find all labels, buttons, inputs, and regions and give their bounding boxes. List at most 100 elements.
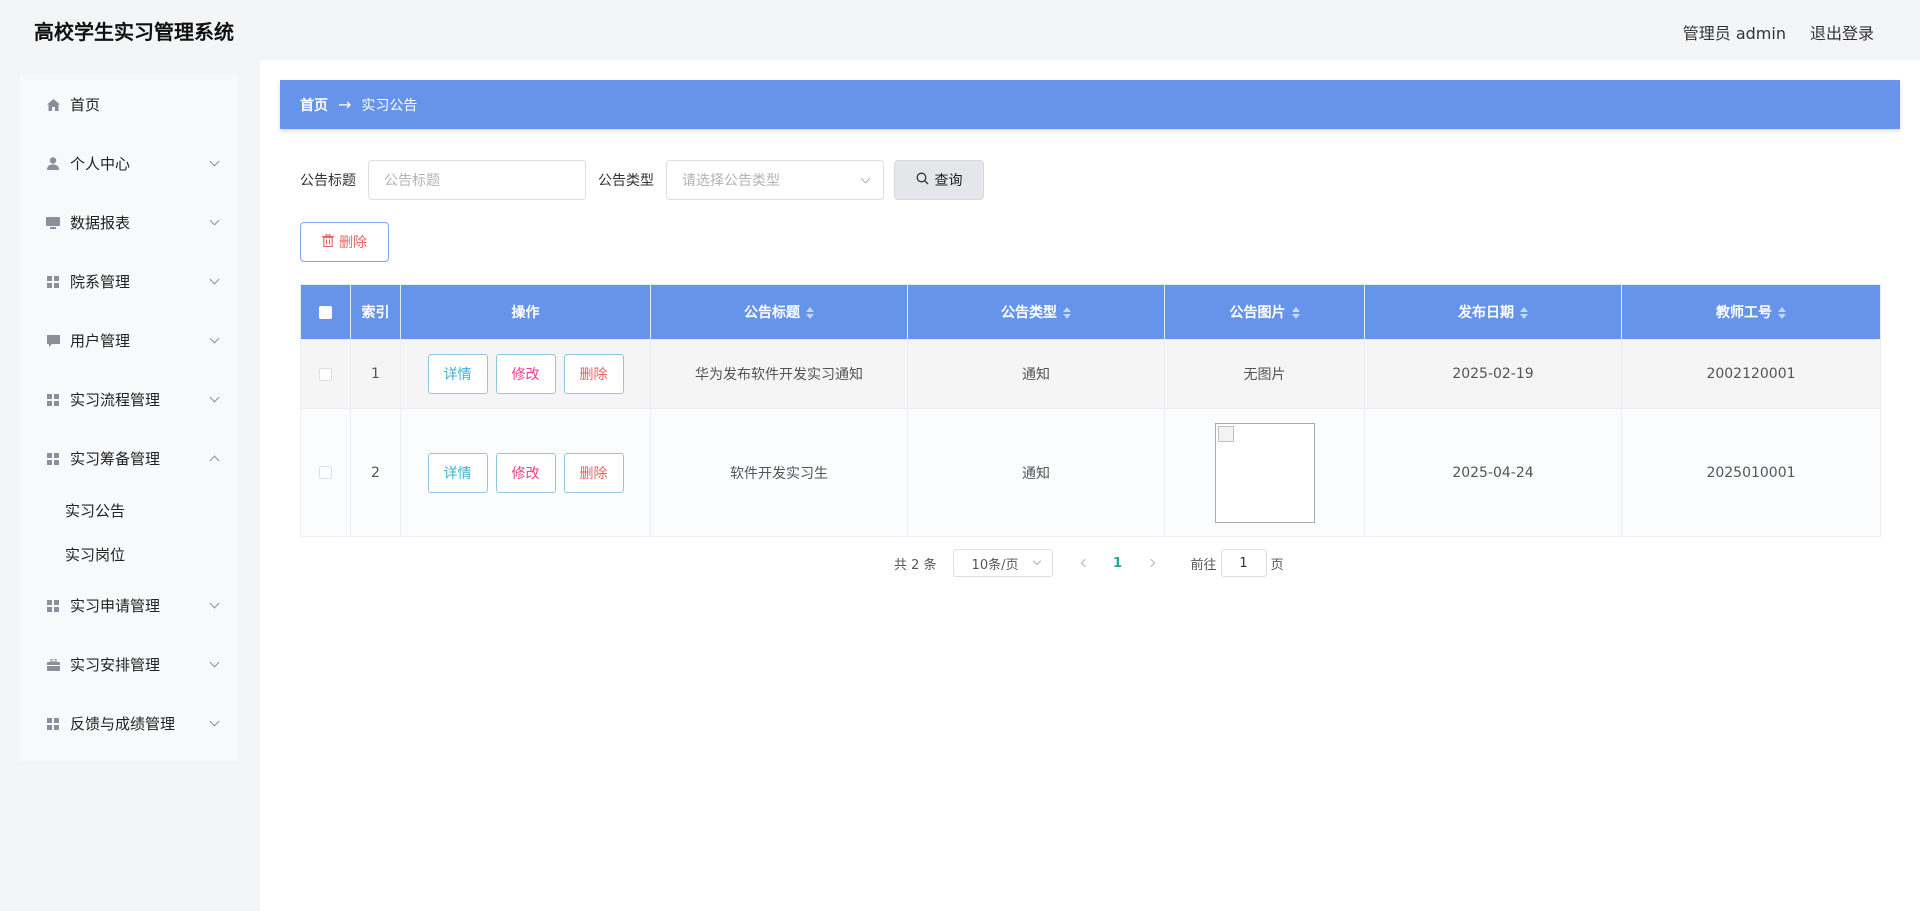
sort-icon[interactable] bbox=[1291, 307, 1300, 319]
table-row: 2 详情 修改 删除 软件开发实习生 通知 2025-04-24 2025010… bbox=[300, 408, 1881, 537]
grid-icon bbox=[46, 599, 60, 613]
trash-icon bbox=[322, 233, 334, 251]
announcements-table: 索引 操作 公告标题 公告类型 公告图片 发布日期 教师工号 1 详情 修改 删… bbox=[300, 284, 1881, 537]
row-type: 通知 bbox=[907, 408, 1165, 537]
sidebar-subitem-positions[interactable]: 实习岗位 bbox=[20, 532, 238, 576]
select-all-checkbox[interactable] bbox=[319, 305, 332, 319]
title-filter-label: 公告标题 bbox=[300, 173, 356, 189]
sidebar-item-home[interactable]: 首页 bbox=[20, 75, 238, 134]
row-teacher-id: 2002120001 bbox=[1621, 339, 1881, 409]
row-type: 通知 bbox=[907, 339, 1165, 409]
sidebar-item-label: 数据报表 bbox=[70, 214, 131, 232]
detail-button[interactable]: 详情 bbox=[427, 452, 488, 493]
delete-button[interactable]: 删除 bbox=[563, 452, 624, 493]
detail-button[interactable]: 详情 bbox=[427, 354, 488, 394]
row-date: 2025-04-24 bbox=[1364, 408, 1622, 537]
search-form: 公告标题 公告标题 公告类型 请选择公告类型 查询 bbox=[300, 160, 984, 200]
col-index: 索引 bbox=[350, 284, 401, 340]
home-icon bbox=[46, 98, 60, 112]
row-checkbox[interactable] bbox=[319, 466, 332, 479]
edit-button[interactable]: 修改 bbox=[495, 452, 556, 493]
row-title: 软件开发实习生 bbox=[650, 408, 908, 537]
monitor-icon bbox=[46, 216, 60, 230]
sort-icon[interactable] bbox=[1520, 307, 1528, 319]
sidebar-item-label: 个人中心 bbox=[70, 155, 131, 173]
grid-icon bbox=[46, 275, 60, 289]
col-date[interactable]: 发布日期 bbox=[1364, 284, 1622, 340]
col-ops: 操作 bbox=[400, 284, 651, 340]
sidebar-item-label: 实习申请管理 bbox=[70, 597, 161, 615]
row-teacher-id: 2025010001 bbox=[1621, 408, 1881, 537]
chevron-down-icon bbox=[209, 598, 220, 609]
col-date-label: 发布日期 bbox=[1458, 305, 1514, 321]
col-image[interactable]: 公告图片 bbox=[1164, 284, 1365, 340]
edit-button[interactable]: 修改 bbox=[495, 354, 556, 394]
pagination-total: 共 2 条 bbox=[894, 557, 937, 573]
grid-icon bbox=[46, 452, 60, 466]
chevron-down-icon bbox=[860, 173, 871, 183]
goto-page-input[interactable]: 1 bbox=[1220, 549, 1267, 577]
user-name[interactable]: 管理员 admin bbox=[1683, 20, 1786, 44]
row-checkbox-cell bbox=[300, 408, 351, 537]
query-button-label: 查询 bbox=[934, 173, 963, 189]
title-search-input[interactable]: 公告标题 bbox=[368, 160, 586, 200]
sidebar-item-users[interactable]: 用户管理 bbox=[20, 311, 238, 370]
sort-icon[interactable] bbox=[1778, 307, 1786, 319]
batch-delete-label: 删除 bbox=[339, 235, 367, 251]
sidebar-subitem-announcements[interactable]: 实习公告 bbox=[20, 488, 238, 532]
breadcrumb-home[interactable]: 首页 bbox=[300, 95, 328, 115]
sidebar-item-preparation[interactable]: 实习筹备管理 bbox=[20, 429, 238, 488]
col-type-label: 公告类型 bbox=[1001, 305, 1057, 321]
sort-icon[interactable] bbox=[1063, 307, 1071, 319]
sidebar-item-departments[interactable]: 院系管理 bbox=[20, 252, 238, 311]
broken-image-icon[interactable] bbox=[1214, 422, 1315, 523]
sort-icon[interactable] bbox=[806, 307, 814, 319]
chevron-down-icon bbox=[1032, 556, 1041, 566]
page-size-select[interactable]: 10条/页 bbox=[952, 549, 1053, 577]
chevron-down-icon bbox=[209, 657, 220, 668]
sidebar-item-label: 院系管理 bbox=[70, 273, 131, 291]
col-type[interactable]: 公告类型 bbox=[907, 284, 1165, 340]
chat-icon bbox=[46, 334, 60, 348]
row-checkbox-cell bbox=[300, 339, 351, 409]
col-teacher-id[interactable]: 教师工号 bbox=[1621, 284, 1881, 340]
row-index: 2 bbox=[350, 408, 401, 537]
breadcrumb-separator: → bbox=[338, 95, 352, 114]
breadcrumb-current: 实习公告 bbox=[361, 97, 418, 114]
sidebar-item-reports[interactable]: 数据报表 bbox=[20, 193, 238, 252]
col-title[interactable]: 公告标题 bbox=[650, 284, 908, 340]
query-button[interactable]: 查询 bbox=[894, 160, 984, 200]
chevron-down-icon bbox=[209, 274, 220, 285]
sidebar-item-label: 实习筹备管理 bbox=[70, 450, 161, 468]
goto-page: 前往 1 页 bbox=[1191, 549, 1284, 577]
grid-icon bbox=[46, 717, 60, 731]
delete-button[interactable]: 删除 bbox=[563, 354, 624, 394]
page-number-current[interactable]: 1 bbox=[1103, 556, 1133, 571]
sidebar-item-arrangement[interactable]: 实习安排管理 bbox=[20, 635, 238, 694]
sidebar-item-feedback[interactable]: 反馈与成绩管理 bbox=[20, 694, 238, 753]
chevron-left-icon bbox=[1080, 558, 1089, 568]
table-row: 1 详情 修改 删除 华为发布软件开发实习通知 通知 无图片 2025-02-1… bbox=[300, 339, 1881, 409]
goto-unit: 页 bbox=[1270, 557, 1284, 573]
row-ops: 详情 修改 删除 bbox=[400, 339, 651, 409]
chevron-down-icon bbox=[209, 215, 220, 226]
type-select[interactable]: 请选择公告类型 bbox=[666, 160, 884, 200]
batch-delete-button[interactable]: 删除 bbox=[300, 222, 389, 262]
sidebar-item-applications[interactable]: 实习申请管理 bbox=[20, 576, 238, 635]
grid-icon bbox=[46, 393, 60, 407]
breadcrumb: 首页 → 实习公告 bbox=[280, 80, 1900, 129]
app-title: 高校学生实习管理系统 bbox=[34, 20, 234, 44]
col-image-label: 公告图片 bbox=[1229, 305, 1286, 321]
logout-link[interactable]: 退出登录 bbox=[1810, 20, 1874, 44]
row-title: 华为发布软件开发实习通知 bbox=[650, 339, 908, 409]
sidebar-item-process[interactable]: 实习流程管理 bbox=[20, 370, 238, 429]
search-icon bbox=[916, 172, 929, 189]
pagination: 共 2 条 10条/页 1 前往 1 页 bbox=[894, 549, 1284, 577]
prev-page-button[interactable] bbox=[1073, 549, 1097, 577]
select-all-cell bbox=[300, 284, 351, 340]
sidebar-item-profile[interactable]: 个人中心 bbox=[20, 134, 238, 193]
row-checkbox[interactable] bbox=[319, 367, 332, 381]
briefcase-icon bbox=[46, 658, 60, 672]
next-page-button[interactable] bbox=[1139, 549, 1163, 577]
chevron-right-icon bbox=[1146, 558, 1155, 568]
